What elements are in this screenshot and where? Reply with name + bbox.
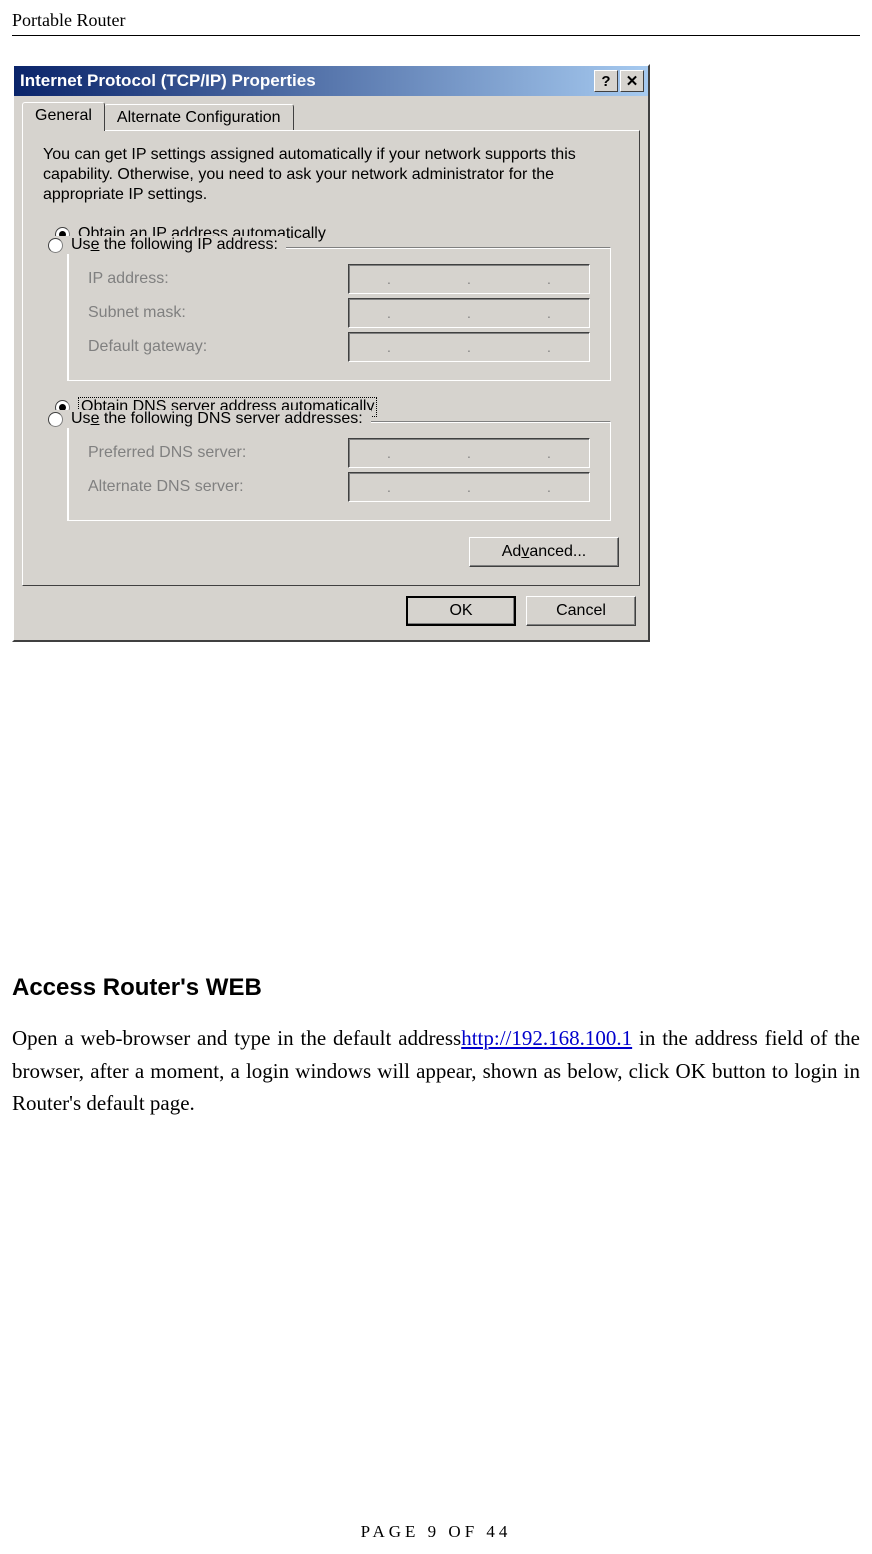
- fieldset-static-ip: Use the following IP address: IP address…: [67, 247, 611, 381]
- help-button[interactable]: ?: [594, 70, 618, 92]
- label-alternate-dns: Alternate DNS server:: [88, 478, 348, 496]
- tab-panel-general: You can get IP settings assigned automat…: [22, 130, 640, 586]
- label-subnet-mask: Subnet mask:: [88, 304, 348, 322]
- input-subnet-mask: ...: [348, 298, 590, 328]
- ok-button[interactable]: OK: [406, 596, 516, 626]
- fieldset-static-dns: Use the following DNS server addresses: …: [67, 421, 611, 521]
- advanced-button[interactable]: Advanced...: [469, 537, 619, 567]
- page-footer: PAGE 9 OF 44: [0, 1522, 872, 1542]
- router-url-link[interactable]: http://192.168.100.1: [461, 1026, 632, 1050]
- tcpip-properties-dialog: Internet Protocol (TCP/IP) Properties ? …: [12, 64, 650, 642]
- help-icon: ?: [601, 73, 610, 90]
- radio-icon: [48, 238, 63, 253]
- dialog-button-row: OK Cancel: [14, 586, 648, 640]
- page-header: Portable Router: [12, 10, 860, 36]
- intro-text: You can get IP settings assigned automat…: [43, 145, 619, 205]
- tabstrip: General Alternate Configuration You can …: [14, 96, 648, 586]
- close-icon: ✕: [626, 72, 639, 90]
- input-ip-address: ...: [348, 264, 590, 294]
- row-alternate-dns: Alternate DNS server: ...: [88, 472, 590, 502]
- label-default-gateway: Default gateway:: [88, 338, 348, 356]
- radio-label: Use the following IP address:: [71, 236, 278, 254]
- radio-use-dns[interactable]: Use the following DNS server addresses:: [48, 410, 363, 428]
- para-before: Open a web-browser and type in the defau…: [12, 1026, 461, 1050]
- input-alternate-dns: ...: [348, 472, 590, 502]
- tab-general[interactable]: General: [22, 102, 105, 131]
- radio-use-ip[interactable]: Use the following IP address:: [48, 236, 278, 254]
- input-preferred-dns: ...: [348, 438, 590, 468]
- row-ip-address: IP address: ...: [88, 264, 590, 294]
- label-ip-address: IP address:: [88, 270, 348, 288]
- radio-icon: [48, 412, 63, 427]
- radio-label: Use the following DNS server addresses:: [71, 410, 363, 428]
- cancel-button[interactable]: Cancel: [526, 596, 636, 626]
- label-preferred-dns: Preferred DNS server:: [88, 444, 348, 462]
- section-heading: Access Router's WEB: [12, 974, 262, 1002]
- input-default-gateway: ...: [348, 332, 590, 362]
- row-default-gateway: Default gateway: ...: [88, 332, 590, 362]
- body-paragraph: Open a web-browser and type in the defau…: [12, 1022, 860, 1120]
- row-subnet-mask: Subnet mask: ...: [88, 298, 590, 328]
- row-preferred-dns: Preferred DNS server: ...: [88, 438, 590, 468]
- header-title: Portable Router: [12, 10, 125, 30]
- dialog-title: Internet Protocol (TCP/IP) Properties: [20, 71, 592, 91]
- close-button[interactable]: ✕: [620, 70, 644, 92]
- tab-alternate-configuration[interactable]: Alternate Configuration: [104, 104, 294, 131]
- titlebar: Internet Protocol (TCP/IP) Properties ? …: [14, 66, 648, 96]
